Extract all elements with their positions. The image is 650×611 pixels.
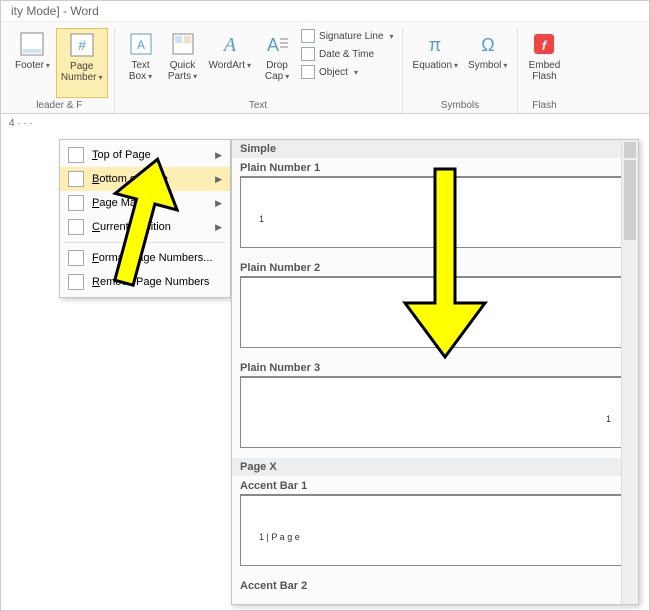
scroll-up-button[interactable] [624,142,636,158]
chevron-right-icon: ▶ [215,150,222,161]
group-header-footer: Footer▾ # Page Number▾ leader & F [5,28,115,113]
group-symbols: π Equation▾ Ω Symbol▾ Symbols [403,28,519,113]
svg-text:A: A [267,35,279,55]
page-number-button[interactable]: # Page Number▾ [56,28,108,98]
ruler: 4 · · · [1,114,649,133]
symbol-icon: Ω [474,30,502,58]
format-numbers-icon [68,250,84,266]
gallery-item-plain1[interactable]: 1 [240,176,630,248]
chevron-down-icon: ▾ [354,68,358,77]
gallery-item-title-plain3: Plain Number 3 [232,358,638,376]
chevron-down-icon: ▾ [454,61,458,70]
chevron-down-icon: ▾ [503,61,507,70]
group-text: A Text Box▾ Quick Parts▾ A WordArt▾ A Dr… [115,28,403,113]
svg-text:A: A [137,38,145,52]
preview-number: 1 [432,314,437,324]
quick-parts-button[interactable]: Quick Parts▾ [163,28,203,98]
gallery-item-title-accent2: Accent Bar 2 [232,576,638,594]
drop-cap-button[interactable]: A Drop Cap▾ [257,28,297,98]
chevron-down-icon: ▾ [46,61,50,70]
chevron-down-icon: ▾ [247,61,251,70]
signature-icon [301,29,315,43]
footer-label: Footer▾ [15,60,50,71]
object-button[interactable]: Object▾ [299,64,396,80]
embed-flash-button[interactable]: f Embed Flash [524,28,564,98]
preview-text: 1 | P a g e [259,532,300,542]
gallery-scrollbar[interactable] [621,140,638,604]
menu-remove-page-numbers[interactable]: Remove Page Numbers [60,270,230,294]
chevron-right-icon: ▶ [215,198,222,209]
svg-text:#: # [78,37,86,53]
menu-page-margins[interactable]: Page Margins▶ [60,191,230,215]
quick-parts-label: Quick Parts▾ [168,60,197,82]
ribbon: Footer▾ # Page Number▾ leader & F A Text… [1,22,649,114]
wordart-icon: A [216,30,244,58]
flash-icon: f [530,30,558,58]
page-number-menu: TTop of Pageop of Page▶ Bottom of Page▶ … [59,139,231,298]
equation-label: Equation▾ [413,60,459,71]
embed-flash-label: Embed Flash [529,60,561,82]
page-bottom-icon [68,171,84,187]
page-margins-icon [68,195,84,211]
gallery-item-title-accent1: Accent Bar 1 [232,476,638,494]
group-label-header-footer: leader & F [36,98,82,113]
drop-cap-icon: A [263,30,291,58]
gallery-section-pagex: Page X [232,458,638,476]
chevron-right-icon: ▶ [215,174,222,185]
date-time-button[interactable]: Date & Time [299,46,396,62]
chevron-down-icon: ▾ [148,72,152,81]
page-number-label: Page Number▾ [61,61,103,83]
menu-format-page-numbers[interactable]: Format Page Numbers... [60,246,230,270]
drop-cap-label: Drop Cap▾ [265,60,289,82]
current-position-icon [68,219,84,235]
window-title: ity Mode] - Word [1,1,649,22]
gallery-item-title-plain1: Plain Number 1 [232,158,638,176]
menu-separator [64,242,226,243]
group-label-symbols: Symbols [441,98,479,113]
equation-button[interactable]: π Equation▾ [409,28,463,98]
page-number-icon: # [68,31,96,59]
footer-icon [18,30,46,58]
text-box-icon: A [127,30,155,58]
gallery-scroll[interactable]: Simple Plain Number 1 1 Plain Number 2 1… [232,140,638,604]
wordart-label: WordArt▾ [209,60,252,71]
preview-number: 1 [259,214,264,224]
equation-icon: π [421,30,449,58]
group-label-text: Text [249,98,267,113]
scroll-thumb[interactable] [624,160,636,240]
menu-current-position[interactable]: Current Position▶ [60,215,230,239]
text-small-stack: Signature Line▾ Date & Time Object▾ [299,28,396,98]
gallery-item-title-plain2: Plain Number 2 [232,258,638,276]
text-box-label: Text Box▾ [129,60,152,82]
group-label-flash: Flash [532,98,556,113]
signature-line-button[interactable]: Signature Line▾ [299,28,396,44]
gallery-item-plain3[interactable]: 1 [240,376,630,448]
group-flash: f Embed Flash Flash [518,28,570,113]
chevron-down-icon: ▾ [99,73,103,82]
quick-parts-icon [169,30,197,58]
object-icon [301,65,315,79]
gallery-item-plain2[interactable]: 1 [240,276,630,348]
preview-number: 1 [606,414,611,424]
page-top-icon [68,147,84,163]
chevron-down-icon: ▾ [390,32,394,41]
date-time-icon [301,47,315,61]
menu-top-of-page[interactable]: TTop of Pageop of Page▶ [60,143,230,167]
symbol-label: Symbol▾ [468,60,507,71]
svg-text:Ω: Ω [481,35,494,55]
symbol-button[interactable]: Ω Symbol▾ [464,28,511,98]
gallery-section-simple: Simple [232,140,638,158]
page-number-gallery: Simple Plain Number 1 1 Plain Number 2 1… [231,139,639,605]
wordart-button[interactable]: A WordArt▾ [205,28,256,98]
gallery-item-accent1[interactable]: 1 | P a g e [240,494,630,566]
footer-button[interactable]: Footer▾ [11,28,54,98]
menu-bottom-of-page[interactable]: Bottom of Page▶ [60,167,230,191]
chevron-down-icon: ▾ [193,72,197,81]
remove-numbers-icon [68,274,84,290]
svg-text:A: A [222,34,237,56]
text-box-button[interactable]: A Text Box▾ [121,28,161,98]
svg-text:π: π [429,35,441,55]
chevron-down-icon: ▾ [285,72,289,81]
chevron-right-icon: ▶ [215,222,222,233]
